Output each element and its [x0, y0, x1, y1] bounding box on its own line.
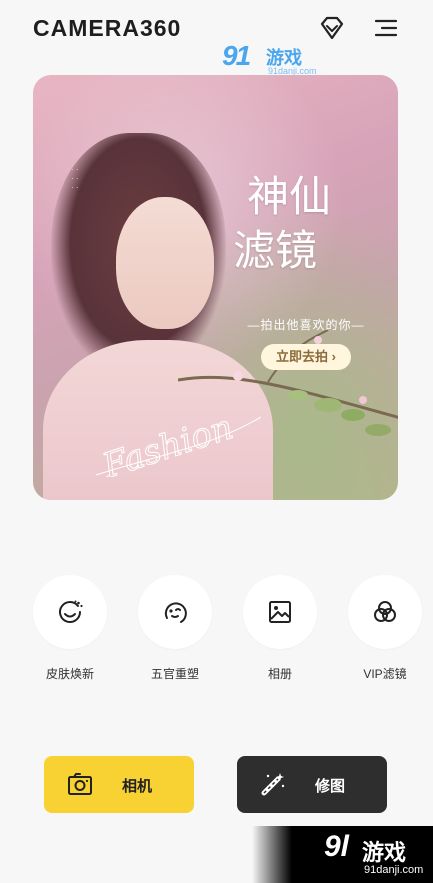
feature-label: VIP滤镜 — [363, 667, 407, 681]
watermark-mark: 9l — [324, 830, 350, 863]
face-reshape-icon — [164, 602, 187, 623]
app-header: CAMERA360 — [0, 0, 433, 60]
filter-icon — [374, 601, 396, 622]
banner-title-line2: 滤镜 — [233, 226, 318, 275]
app-logo: CAMERA360 — [33, 15, 182, 41]
feature-label: 五官重塑 — [150, 667, 199, 681]
watermark-bottom: 9l 游戏 91danji.com — [252, 826, 433, 883]
watermark-mark: 91 — [222, 40, 251, 71]
feature-face-reshape[interactable]: 五官重塑 — [130, 575, 220, 682]
watermark-top: 91 游戏 91danji.com — [222, 40, 332, 80]
album-icon — [269, 601, 291, 623]
feature-label: 皮肤焕新 — [45, 667, 94, 681]
feature-circle[interactable] — [33, 575, 107, 649]
banner-script-text: Fashion — [97, 407, 238, 477]
banner-title: 神仙 滤镜 — [233, 170, 397, 278]
banner-cta-button[interactable]: 立即去拍 › — [261, 344, 351, 370]
banner-script-lettering: Fashion — [95, 407, 261, 477]
feature-shortcuts: 皮肤焕新 五官重塑 相册 VIP滤镜 — [0, 575, 433, 685]
promo-banner[interactable]: · · · · · · 神仙 滤镜 —拍出他喜欢的你— 立即去拍 › Fashi… — [33, 75, 398, 500]
banner-subtitle: —拍出他喜欢的你— — [247, 318, 365, 332]
feature-album[interactable]: 相册 — [235, 575, 325, 682]
feature-vip-filter[interactable]: VIP滤镜 — [340, 575, 430, 682]
face-retouch-icon — [59, 600, 83, 623]
feature-circle[interactable] — [138, 575, 212, 649]
menu-icon[interactable] — [372, 14, 400, 42]
camera-button[interactable]: 相机 — [44, 756, 194, 813]
watermark-url: 91danji.com — [364, 864, 424, 876]
camera-icon — [68, 773, 92, 795]
banner-title-line1: 神仙 — [247, 172, 332, 221]
banner-vertical-text: · · · · · · — [71, 165, 79, 192]
watermark-text: 游戏 — [362, 840, 407, 865]
diamond-icon[interactable] — [318, 14, 346, 42]
feature-circle[interactable] — [243, 575, 317, 649]
edit-button-label: 修图 — [315, 778, 346, 795]
edit-photo-button[interactable]: 修图 — [237, 756, 387, 813]
feature-circle[interactable] — [348, 575, 422, 649]
feature-skin-renew[interactable]: 皮肤焕新 — [25, 575, 115, 682]
magic-wand-icon — [261, 773, 285, 796]
feature-label: 相册 — [267, 667, 292, 681]
camera-button-label: 相机 — [122, 778, 153, 795]
